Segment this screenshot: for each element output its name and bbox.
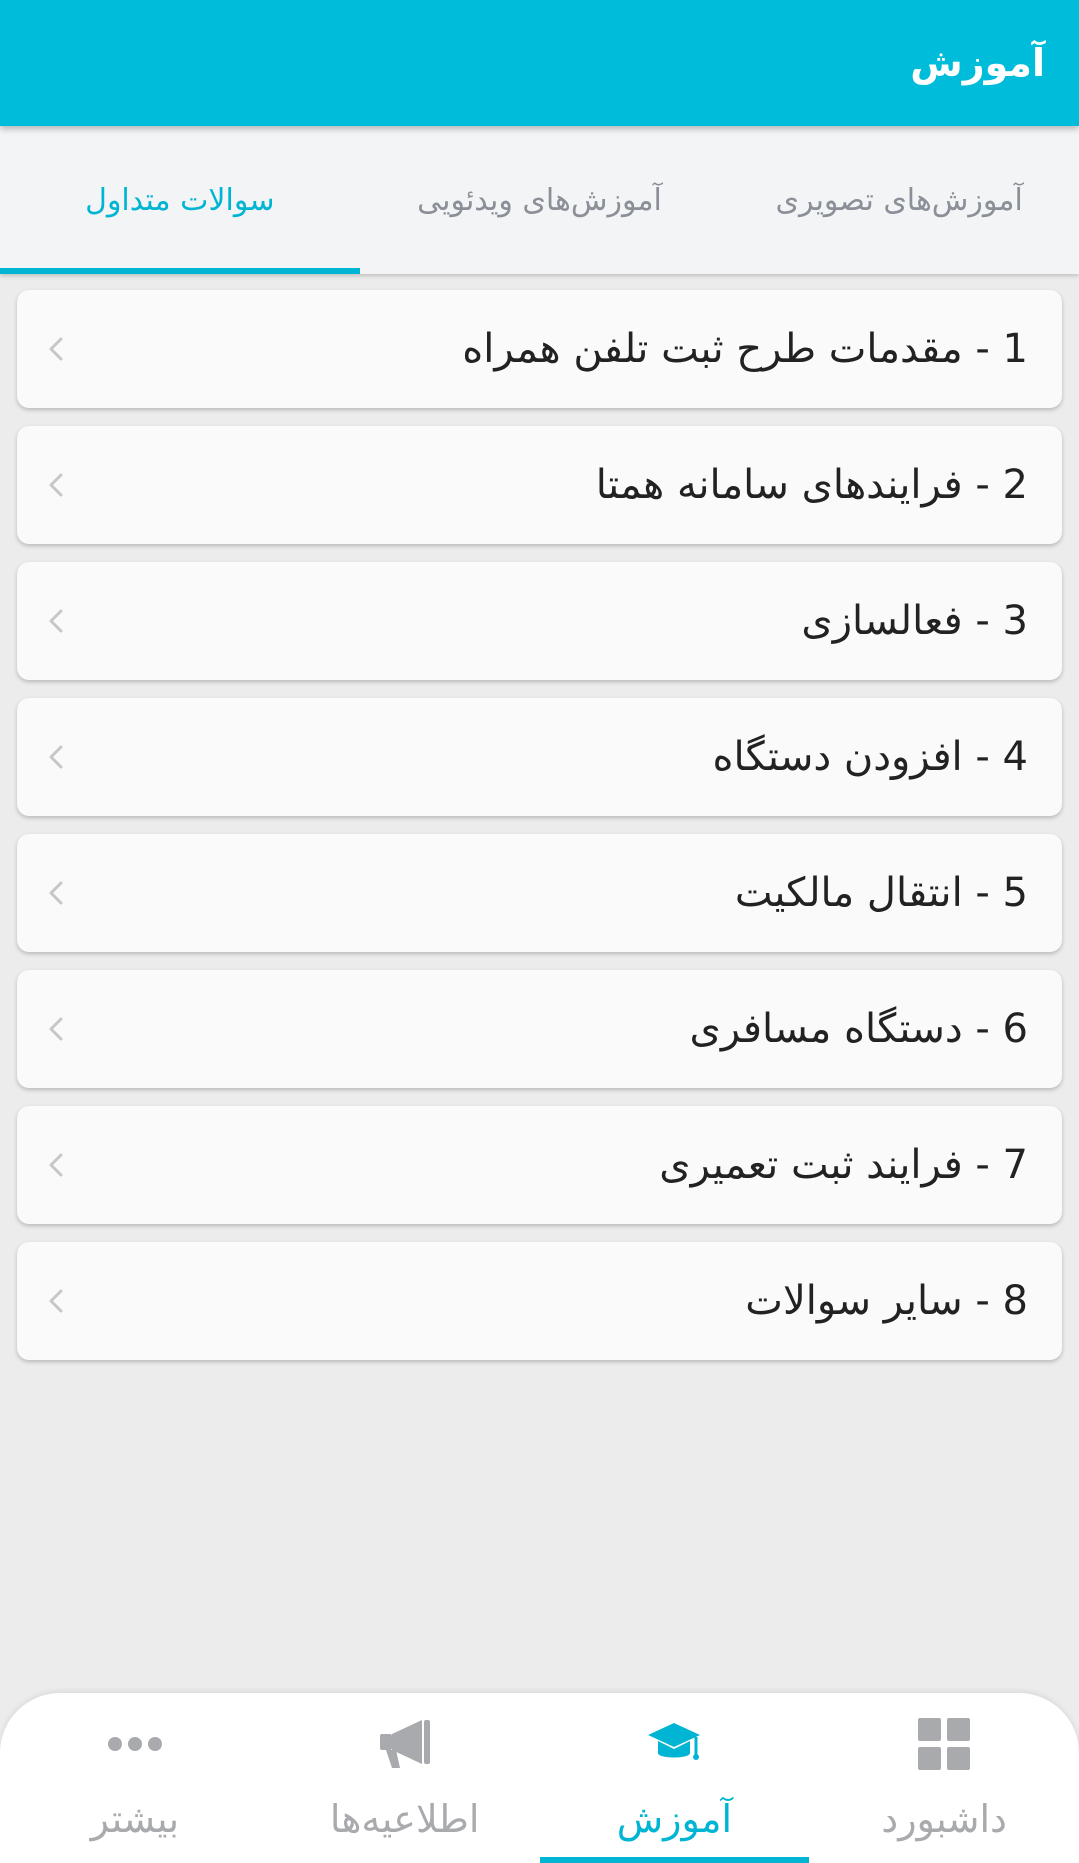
chevron-left-icon [43,468,69,502]
bottom-navigation: داشبورد آموزش اط [0,1693,1079,1863]
faq-item-7[interactable]: 7 - فرایند ثبت تعمیری [17,1106,1062,1224]
faq-item-label: 7 - فرایند ثبت تعمیری [659,1142,1028,1188]
faq-list: 1 - مقدمات طرح ثبت تلفن همراه 2 - فرایند… [17,290,1062,1378]
chevron-left-icon [43,604,69,638]
nav-item-announcements[interactable]: اطلاعیه‌ها [270,1693,540,1863]
nav-label: اطلاعیه‌ها [329,1797,480,1841]
faq-item-label: 1 - مقدمات طرح ثبت تلفن همراه [462,326,1028,372]
faq-item-8[interactable]: 8 - سایر سوالات [17,1242,1062,1360]
faq-item-1[interactable]: 1 - مقدمات طرح ثبت تلفن همراه [17,290,1062,408]
faq-item-label: 3 - فعالسازی [801,598,1028,644]
faq-item-2[interactable]: 2 - فرایندهای سامانه همتا [17,426,1062,544]
page-title: آموزش [910,41,1045,85]
faq-item-label: 4 - افزودن دستگاه [712,734,1028,780]
chevron-left-icon [43,1012,69,1046]
chevron-left-icon [43,1284,69,1318]
tab-video-tutorials[interactable]: آموزش‌های ویدئویی [360,126,720,274]
tab-bar: آموزش‌های تصویری آموزش‌های ویدئویی سوالا… [0,126,1079,274]
nav-label: آموزش [616,1797,733,1841]
faq-item-label: 5 - انتقال مالکیت [734,870,1028,916]
faq-item-3[interactable]: 3 - فعالسازی [17,562,1062,680]
faq-item-label: 8 - سایر سوالات [745,1278,1028,1324]
chevron-left-icon [43,332,69,366]
graduation-cap-icon [647,1713,701,1775]
faq-item-6[interactable]: 6 - دستگاه مسافری [17,970,1062,1088]
nav-item-dashboard[interactable]: داشبورد [809,1693,1079,1863]
chevron-left-icon [43,876,69,910]
nav-item-education[interactable]: آموزش [539,1693,810,1863]
faq-item-label: 2 - فرایندهای سامانه همتا [595,462,1028,508]
faq-item-label: 6 - دستگاه مسافری [689,1006,1028,1052]
faq-item-4[interactable]: 4 - افزودن دستگاه [17,698,1062,816]
app-screen: آموزش آموزش‌های تصویری آموزش‌های ویدئویی… [0,0,1079,1863]
megaphone-icon [378,1713,432,1775]
faq-item-5[interactable]: 5 - انتقال مالکیت [17,834,1062,952]
chevron-left-icon [43,740,69,774]
tab-image-tutorials[interactable]: آموزش‌های تصویری [719,126,1079,274]
nav-label: بیشتر [90,1797,180,1841]
nav-item-more[interactable]: بیشتر [0,1693,270,1863]
dashboard-grid-icon [918,1713,971,1775]
nav-label: داشبورد [881,1797,1007,1841]
chevron-left-icon [43,1148,69,1182]
more-dots-icon [107,1713,163,1775]
app-header: آموزش [0,0,1079,126]
tab-faq[interactable]: سوالات متداول [0,126,360,274]
